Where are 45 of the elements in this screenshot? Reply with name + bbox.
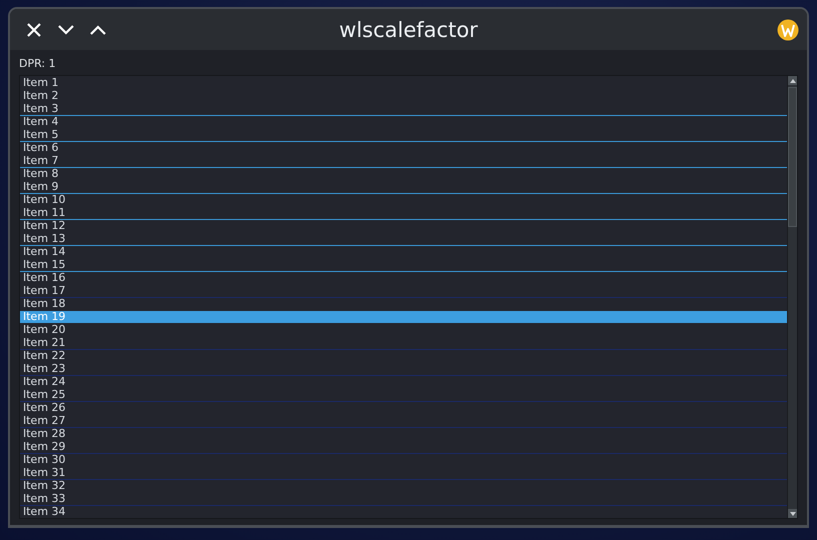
list-item[interactable]: Item 7: [20, 155, 787, 167]
list-item[interactable]: Item 14: [20, 246, 787, 258]
list-item[interactable]: Item 20: [20, 324, 787, 336]
list-item[interactable]: Item 28: [20, 428, 787, 440]
dpr-label: DPR: 1: [19, 57, 56, 71]
scroll-down-button[interactable]: [788, 509, 797, 518]
list-item[interactable]: Item 29: [20, 441, 787, 453]
list-item[interactable]: Item 18: [20, 298, 787, 310]
list-item[interactable]: Item 13: [20, 233, 787, 245]
list-item[interactable]: Item 17: [20, 285, 787, 297]
up-arrow-icon: [790, 78, 796, 82]
list-item[interactable]: Item 4: [20, 116, 787, 128]
scrollbar[interactable]: [787, 76, 797, 518]
list-item[interactable]: Item 22: [20, 350, 787, 362]
list-item[interactable]: Item 9: [20, 181, 787, 193]
list-item[interactable]: Item 12: [20, 220, 787, 232]
list-item[interactable]: Item 2: [20, 90, 787, 102]
down-arrow-icon: [790, 512, 796, 516]
list-item[interactable]: Item 21: [20, 337, 787, 349]
list-item[interactable]: Item 11: [20, 207, 787, 219]
list-item[interactable]: Item 23: [20, 363, 787, 375]
list-item[interactable]: Item 34: [20, 506, 787, 518]
chevron-down-icon: [58, 24, 74, 34]
list-item[interactable]: Item 1: [20, 77, 787, 89]
list-item[interactable]: Item 26: [20, 402, 787, 414]
list-item[interactable]: Item 6: [20, 142, 787, 154]
list-item[interactable]: Item 31: [20, 467, 787, 479]
list-item[interactable]: Item 10: [20, 194, 787, 206]
close-icon: [27, 22, 41, 36]
chevron-up-icon: [90, 24, 106, 34]
list-item[interactable]: Item 33: [20, 493, 787, 505]
list-item[interactable]: Item 24: [20, 376, 787, 388]
list-item[interactable]: Item 30: [20, 454, 787, 466]
list-item[interactable]: Item 27: [20, 415, 787, 427]
scrollbar-thumb[interactable]: [788, 87, 797, 227]
list-item[interactable]: Item 32: [20, 480, 787, 492]
app-logo-icon: [777, 18, 799, 40]
list-item[interactable]: Item 25: [20, 389, 787, 401]
list-item[interactable]: Item 8: [20, 168, 787, 180]
scroll-up-button[interactable]: [788, 76, 797, 85]
list-item[interactable]: Item 15: [20, 259, 787, 271]
window-title: wlscalefactor: [339, 18, 478, 42]
list-item[interactable]: Item 16: [20, 272, 787, 284]
list-item[interactable]: Item 3: [20, 103, 787, 115]
list-item[interactable]: Item 5: [20, 129, 787, 141]
